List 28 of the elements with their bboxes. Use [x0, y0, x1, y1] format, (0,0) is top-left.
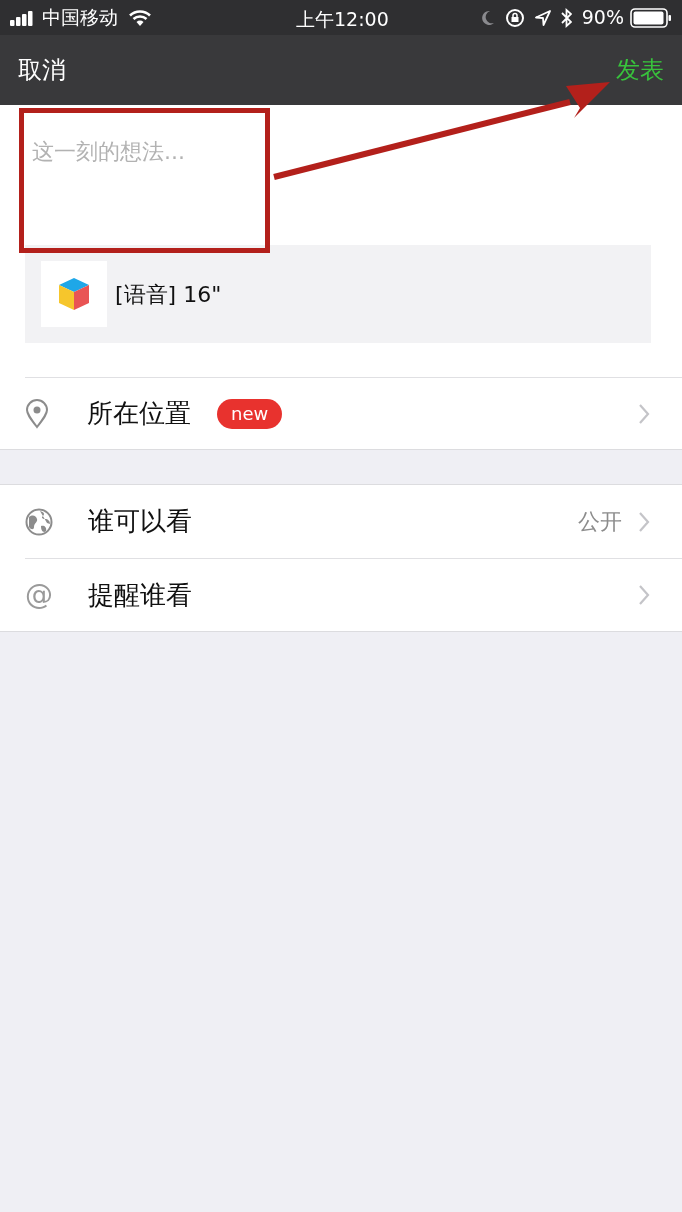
- voice-attachment[interactable]: [语音] 16": [25, 245, 651, 343]
- location-arrow-icon: [534, 9, 551, 26]
- rotation-lock-icon: [504, 7, 525, 28]
- new-badge: new: [217, 398, 283, 429]
- cancel-button[interactable]: 取消: [18, 52, 66, 88]
- thought-input[interactable]: 这一刻的想法...: [0, 105, 682, 245]
- globe-icon: [25, 507, 53, 536]
- wifi-icon: [128, 8, 152, 27]
- battery-percent: 90%: [581, 5, 624, 31]
- menu-row[interactable]: @ 提醒谁看: [25, 558, 682, 631]
- chevron-icon: [638, 510, 650, 533]
- chevron-icon: [638, 402, 650, 425]
- row-label: 提醒谁看: [88, 578, 192, 612]
- row-value: 公开: [578, 508, 622, 536]
- clock-time: 上午12:00: [296, 7, 389, 32]
- chevron-icon: [638, 584, 650, 606]
- at-sign-icon: @: [25, 581, 53, 609]
- carrier-name: 中国移动: [42, 5, 118, 31]
- location-label: 所在位置: [87, 397, 191, 430]
- cube-icon: [58, 277, 90, 311]
- publish-button[interactable]: 发表: [616, 52, 664, 88]
- bluetooth-icon: [560, 7, 572, 28]
- menu-row[interactable]: 谁可以看 公开: [25, 485, 682, 558]
- location-pin-icon: [25, 398, 49, 429]
- row-label: 谁可以看: [88, 505, 192, 538]
- battery-icon: [630, 7, 672, 28]
- moon-icon: [480, 9, 495, 26]
- attachment-label: [语音] 16": [115, 280, 222, 309]
